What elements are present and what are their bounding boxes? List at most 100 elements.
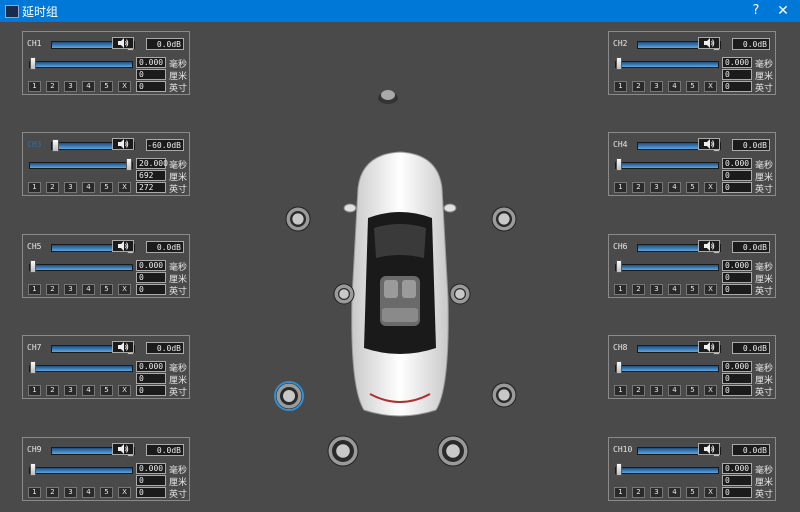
speaker-volume-icon[interactable] xyxy=(112,341,134,353)
speaker-toggle-0[interactable]: 1 xyxy=(28,284,41,295)
speaker-toggle-5[interactable]: X xyxy=(118,81,131,92)
speaker-toggle-1[interactable]: 2 xyxy=(632,81,645,92)
speaker-volume-icon[interactable] xyxy=(698,341,720,353)
speaker-toggle-3[interactable]: 4 xyxy=(668,385,681,396)
delay-slider[interactable] xyxy=(29,57,133,70)
delay-slider-thumb[interactable] xyxy=(616,158,622,171)
delay-inch-field[interactable]: 0 xyxy=(136,284,166,295)
speaker-toggle-1[interactable]: 2 xyxy=(632,385,645,396)
loudspeaker-icon[interactable] xyxy=(490,381,518,413)
speaker-toggle-3[interactable]: 4 xyxy=(82,487,95,498)
speaker-toggle-2[interactable]: 3 xyxy=(650,385,663,396)
delay-slider[interactable] xyxy=(29,260,133,273)
loudspeaker-icon[interactable] xyxy=(332,282,356,310)
delay-ms-field[interactable]: 0.000 xyxy=(722,361,752,372)
delay-cm-field[interactable]: 0 xyxy=(136,373,166,384)
speaker-toggle-2[interactable]: 3 xyxy=(650,284,663,295)
speaker-toggle-0[interactable]: 1 xyxy=(28,81,41,92)
speaker-toggle-2[interactable]: 3 xyxy=(64,81,77,92)
loudspeaker-icon[interactable] xyxy=(284,205,312,237)
delay-slider-thumb[interactable] xyxy=(616,361,622,374)
speaker-toggle-5[interactable]: X xyxy=(118,182,131,193)
help-button[interactable]: ? xyxy=(745,1,767,21)
speaker-toggle-5[interactable]: X xyxy=(704,385,717,396)
speaker-volume-icon[interactable] xyxy=(698,240,720,252)
delay-inch-field[interactable]: 0 xyxy=(136,487,166,498)
speaker-toggle-2[interactable]: 3 xyxy=(64,487,77,498)
delay-ms-field[interactable]: 0.000 xyxy=(722,463,752,474)
delay-slider[interactable] xyxy=(29,158,133,171)
speaker-toggle-4[interactable]: 5 xyxy=(686,284,699,295)
speaker-toggle-0[interactable]: 1 xyxy=(614,284,627,295)
delay-inch-field[interactable]: 0 xyxy=(722,487,752,498)
speaker-volume-icon[interactable] xyxy=(112,443,134,455)
gain-db-field[interactable]: 0.0dB xyxy=(732,342,770,354)
delay-inch-field[interactable]: 0 xyxy=(136,385,166,396)
delay-ms-field[interactable]: 0.000 xyxy=(136,260,166,271)
speaker-toggle-5[interactable]: X xyxy=(704,81,717,92)
speaker-toggle-3[interactable]: 4 xyxy=(668,182,681,193)
speaker-toggle-2[interactable]: 3 xyxy=(650,81,663,92)
gain-db-field[interactable]: 0.0dB xyxy=(146,342,184,354)
speaker-toggle-3[interactable]: 4 xyxy=(82,81,95,92)
speaker-toggle-4[interactable]: 5 xyxy=(100,385,113,396)
loudspeaker-icon[interactable] xyxy=(436,434,470,472)
delay-cm-field[interactable]: 0 xyxy=(136,475,166,486)
delay-slider[interactable] xyxy=(615,463,719,476)
delay-slider-thumb[interactable] xyxy=(126,158,132,171)
speaker-toggle-5[interactable]: X xyxy=(704,284,717,295)
delay-cm-field[interactable]: 0 xyxy=(722,373,752,384)
delay-cm-field[interactable]: 0 xyxy=(136,69,166,80)
speaker-toggle-2[interactable]: 3 xyxy=(64,284,77,295)
speaker-toggle-4[interactable]: 5 xyxy=(686,385,699,396)
delay-cm-field[interactable]: 692 xyxy=(136,170,166,181)
delay-slider-thumb[interactable] xyxy=(30,361,36,374)
speaker-toggle-0[interactable]: 1 xyxy=(614,385,627,396)
loudspeaker-icon[interactable] xyxy=(326,434,360,472)
gain-slider-thumb[interactable] xyxy=(52,139,59,152)
speaker-toggle-0[interactable]: 1 xyxy=(28,385,41,396)
delay-ms-field[interactable]: 0.000 xyxy=(722,57,752,68)
delay-ms-field[interactable]: 0.000 xyxy=(722,158,752,169)
gain-db-field[interactable]: 0.0dB xyxy=(732,444,770,456)
speaker-volume-icon[interactable] xyxy=(698,443,720,455)
speaker-toggle-4[interactable]: 5 xyxy=(100,81,113,92)
speaker-toggle-5[interactable]: X xyxy=(118,487,131,498)
delay-ms-field[interactable]: 0.000 xyxy=(136,361,166,372)
delay-slider-thumb[interactable] xyxy=(30,57,36,70)
delay-cm-field[interactable]: 0 xyxy=(136,272,166,283)
speaker-toggle-0[interactable]: 1 xyxy=(614,182,627,193)
delay-slider[interactable] xyxy=(615,158,719,171)
delay-ms-field[interactable]: 0.000 xyxy=(722,260,752,271)
speaker-volume-icon[interactable] xyxy=(698,138,720,150)
speaker-toggle-0[interactable]: 1 xyxy=(28,487,41,498)
delay-inch-field[interactable]: 0 xyxy=(722,81,752,92)
delay-inch-field[interactable]: 0 xyxy=(722,385,752,396)
gain-db-field[interactable]: -60.0dB xyxy=(146,139,184,151)
delay-inch-field[interactable]: 0 xyxy=(722,182,752,193)
speaker-toggle-0[interactable]: 1 xyxy=(28,182,41,193)
delay-ms-field[interactable]: 0.000 xyxy=(136,463,166,474)
delay-slider[interactable] xyxy=(615,361,719,374)
delay-cm-field[interactable]: 0 xyxy=(722,69,752,80)
loudspeaker-icon[interactable] xyxy=(448,282,472,310)
speaker-toggle-0[interactable]: 1 xyxy=(614,487,627,498)
speaker-toggle-3[interactable]: 4 xyxy=(668,487,681,498)
delay-slider[interactable] xyxy=(29,463,133,476)
delay-slider-thumb[interactable] xyxy=(616,463,622,476)
speaker-toggle-1[interactable]: 2 xyxy=(632,182,645,193)
speaker-toggle-1[interactable]: 2 xyxy=(46,487,59,498)
speaker-toggle-3[interactable]: 4 xyxy=(82,182,95,193)
delay-ms-field[interactable]: 20.000 xyxy=(136,158,168,169)
speaker-toggle-2[interactable]: 3 xyxy=(64,182,77,193)
delay-slider-thumb[interactable] xyxy=(616,57,622,70)
gain-db-field[interactable]: 0.0dB xyxy=(732,241,770,253)
speaker-toggle-2[interactable]: 3 xyxy=(64,385,77,396)
speaker-toggle-1[interactable]: 2 xyxy=(46,284,59,295)
speaker-toggle-4[interactable]: 5 xyxy=(100,487,113,498)
speaker-volume-icon[interactable] xyxy=(112,240,134,252)
gain-db-field[interactable]: 0.0dB xyxy=(146,444,184,456)
close-button[interactable]: ✕ xyxy=(768,1,798,21)
gain-db-field[interactable]: 0.0dB xyxy=(146,38,184,50)
delay-cm-field[interactable]: 0 xyxy=(722,170,752,181)
